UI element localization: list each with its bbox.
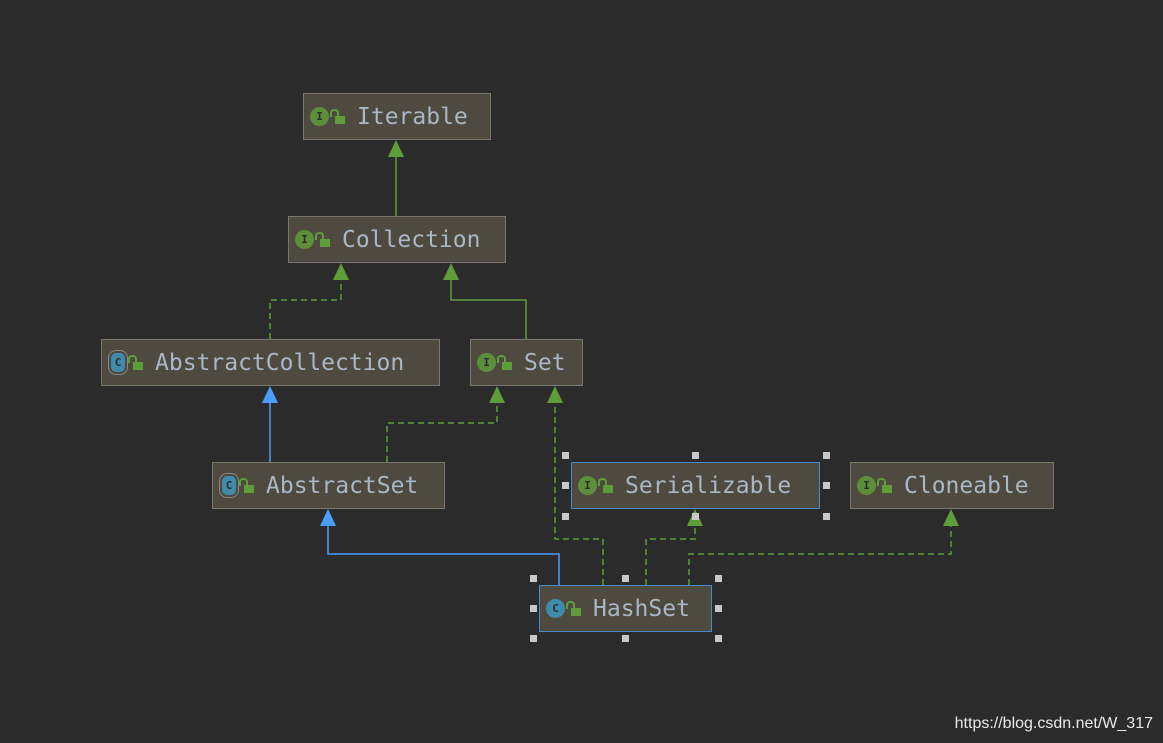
resize-handle[interactable] (823, 482, 830, 489)
interface-icon: I (578, 476, 597, 495)
arrowhead-abstractset (320, 509, 336, 526)
edge-abstractcollection-collection (269, 278, 342, 339)
resize-handle[interactable] (715, 605, 722, 612)
public-lock-icon (566, 600, 581, 616)
node-label: Cloneable (904, 472, 1029, 499)
edge-hashset-cloneable (688, 524, 952, 585)
resize-handle[interactable] (823, 452, 830, 459)
node-label: Collection (342, 226, 481, 253)
resize-handle[interactable] (562, 482, 569, 489)
edge-hashset-serializable (645, 524, 696, 585)
resize-handle[interactable] (823, 513, 830, 520)
resize-handle[interactable] (622, 635, 629, 642)
edge-abstractset-set (386, 401, 498, 462)
resize-handle[interactable] (530, 575, 537, 582)
node-abstract-collection[interactable]: C AbstractCollection (101, 339, 440, 386)
arrowhead-set-left (489, 386, 505, 403)
arrowhead-set-right (547, 386, 563, 403)
public-lock-icon (877, 477, 892, 493)
public-lock-icon (315, 231, 330, 247)
edge-set-collection (450, 278, 527, 339)
arrowhead-iterable (388, 140, 404, 157)
resize-handle[interactable] (530, 635, 537, 642)
interface-icon: I (477, 353, 496, 372)
public-lock-icon (497, 354, 512, 370)
abstract-class-icon: C (222, 476, 236, 495)
public-lock-icon (598, 477, 613, 493)
arrowhead-cloneable (943, 509, 959, 526)
arrowhead-collection-left (333, 263, 349, 280)
interface-icon: I (857, 476, 876, 495)
interface-icon: I (295, 230, 314, 249)
abstract-class-icon: C (111, 353, 125, 372)
node-abstract-set[interactable]: C AbstractSet (212, 462, 445, 509)
resize-handle[interactable] (715, 635, 722, 642)
node-collection[interactable]: I Collection (288, 216, 506, 263)
public-lock-icon (330, 108, 345, 124)
resize-handle[interactable] (622, 575, 629, 582)
resize-handle[interactable] (562, 452, 569, 459)
node-serializable[interactable]: I Serializable (571, 462, 820, 509)
resize-handle[interactable] (530, 605, 537, 612)
node-label: Iterable (357, 103, 468, 130)
arrowhead-abstractcollection (262, 386, 278, 403)
arrowhead-collection-right (443, 263, 459, 280)
node-iterable[interactable]: I Iterable (303, 93, 491, 140)
node-label: Serializable (625, 472, 792, 499)
node-label: AbstractSet (266, 472, 419, 499)
node-set[interactable]: I Set (470, 339, 583, 386)
watermark: https://blog.csdn.net/W_317 (954, 715, 1153, 732)
node-cloneable[interactable]: I Cloneable (850, 462, 1054, 509)
node-label: AbstractCollection (155, 349, 405, 376)
node-label: HashSet (593, 595, 690, 622)
interface-icon: I (310, 107, 329, 126)
node-hash-set[interactable]: C HashSet (539, 585, 712, 632)
resize-handle[interactable] (692, 513, 699, 520)
public-lock-icon (239, 477, 254, 493)
edge-hashset-abstractset (327, 524, 560, 585)
resize-handle[interactable] (562, 513, 569, 520)
resize-handle[interactable] (692, 452, 699, 459)
resize-handle[interactable] (715, 575, 722, 582)
node-label: Set (524, 349, 566, 376)
public-lock-icon (128, 354, 143, 370)
class-icon: C (546, 599, 565, 618)
